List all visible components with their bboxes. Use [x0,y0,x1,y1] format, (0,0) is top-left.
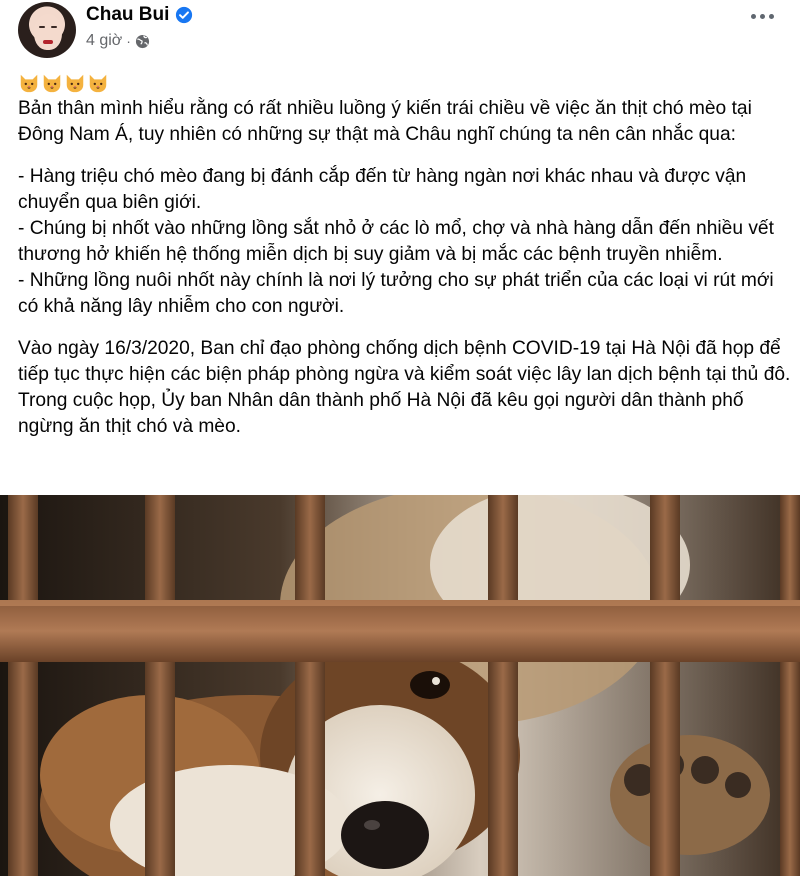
post-paragraph: Vào ngày 16/3/2020, Ban chỉ đạo phòng ch… [18,338,791,437]
cat-face-icon [66,74,84,93]
more-dot [769,14,774,19]
avatar-eye [39,26,45,28]
cat-face-icon [89,74,107,93]
caged-dog-photo [0,495,800,876]
avatar-face [34,14,62,50]
avatar-eye [51,26,57,28]
post-header: Chau Bui 4 giờ · [0,0,800,64]
post-photo[interactable] [0,495,800,876]
meta-separator: · [126,33,131,49]
post-bullet: - Chúng bị nhốt vào những lồng sắt nhỏ ở… [18,218,774,265]
more-options-icon[interactable] [751,14,774,19]
avatar-lips [43,40,53,44]
author-name[interactable]: Chau Bui [86,4,169,26]
post-timestamp[interactable]: 4 giờ [86,32,122,50]
more-dot [751,14,756,19]
cat-face-icon [20,74,38,93]
emoji-row [18,70,794,96]
verified-badge-icon [176,6,193,24]
post-bullet: - Hàng triệu chó mèo đang bị đánh cắp đế… [18,166,747,213]
post-paragraph: Bản thân mình hiểu rằng có rất nhiều luồ… [18,98,752,145]
post-meta: 4 giờ · [86,32,150,50]
post-bullet: - Những lồng nuôi nhốt này chính là nơi … [18,270,774,317]
avatar[interactable] [18,2,76,58]
post-body: Bản thân mình hiểu rằng có rất nhiều luồ… [18,70,794,440]
cat-face-icon [43,74,61,93]
globe-icon[interactable] [135,34,150,49]
more-dot [760,14,765,19]
author-row: Chau Bui [86,4,193,26]
